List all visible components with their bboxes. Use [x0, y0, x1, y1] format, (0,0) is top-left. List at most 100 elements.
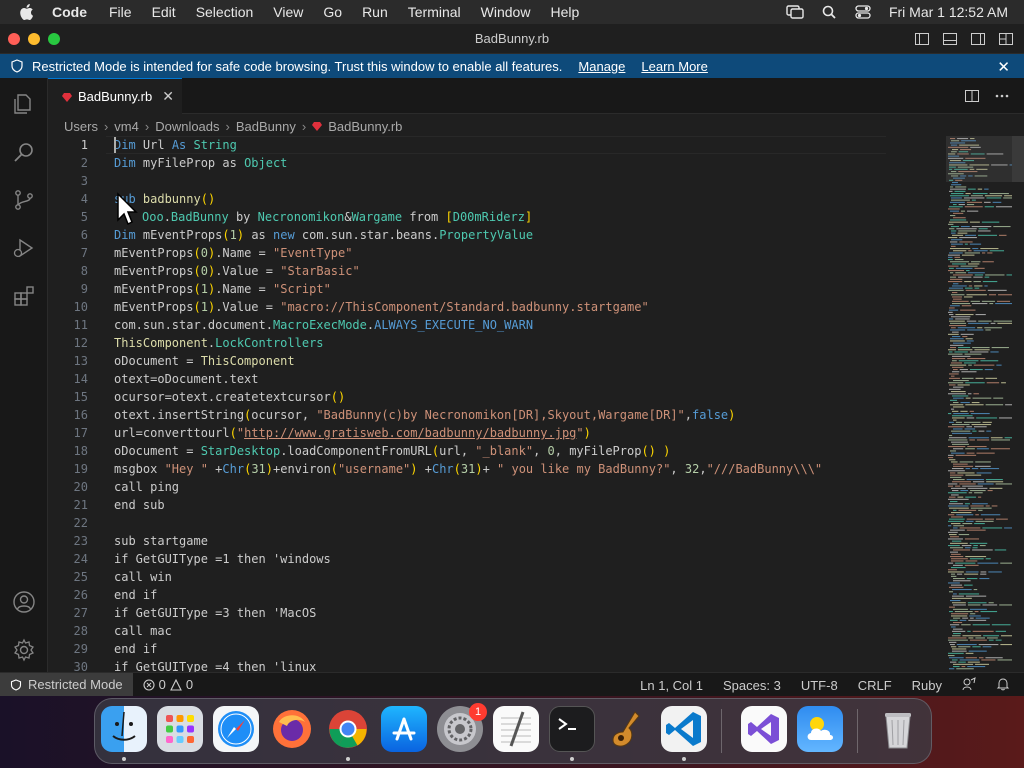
activity-bar [0, 78, 48, 672]
apple-logo-icon[interactable] [18, 3, 38, 21]
minimap-line [978, 234, 998, 236]
minimap-line [959, 619, 967, 621]
banner-manage-link[interactable]: Manage [578, 59, 625, 74]
file-encoding[interactable]: UTF-8 [801, 678, 838, 693]
weather-icon[interactable] [797, 706, 843, 752]
toggle-secondary-sidebar-icon[interactable] [970, 31, 986, 47]
app-store-icon[interactable] [381, 706, 427, 752]
minimap-line [970, 300, 980, 302]
minimap-line [969, 615, 981, 617]
textedit-icon[interactable] [493, 706, 539, 752]
extensions-icon[interactable] [12, 284, 36, 308]
menu-view[interactable]: View [273, 4, 303, 20]
minimap-line [952, 635, 961, 637]
minimap-line [967, 188, 976, 190]
menu-selection[interactable]: Selection [196, 4, 254, 20]
minimap-line [972, 193, 988, 195]
breadcrumb-badbunny-folder[interactable]: BadBunny [236, 119, 296, 134]
tab-close-icon[interactable]: ✕ [162, 88, 174, 105]
menu-file[interactable]: File [109, 4, 132, 20]
minimap-line [949, 252, 963, 254]
minimap-line [950, 278, 963, 280]
minimap-line [991, 347, 1009, 349]
notifications-bell-icon[interactable] [996, 677, 1010, 694]
minimap-line [950, 450, 957, 452]
more-actions-icon[interactable] [994, 88, 1010, 109]
cursor-position[interactable]: Ln 1, Col 1 [640, 678, 703, 693]
minimap-line [984, 201, 991, 203]
customize-layout-icon[interactable] [998, 31, 1014, 47]
minimap-line [972, 481, 985, 483]
search-icon[interactable] [12, 140, 36, 164]
language-mode[interactable]: Ruby [912, 678, 942, 693]
minimap[interactable] [900, 136, 1014, 672]
explorer-icon[interactable] [12, 92, 36, 116]
terminal-icon[interactable] [549, 706, 595, 752]
launchpad-icon[interactable] [157, 706, 203, 752]
minimap-line [953, 564, 963, 566]
control-center-icon[interactable] [853, 4, 873, 20]
end-of-line[interactable]: CRLF [858, 678, 892, 693]
menu-terminal[interactable]: Terminal [408, 4, 461, 20]
minimap-line [991, 505, 998, 507]
garageband-icon[interactable] [605, 706, 651, 752]
url-link[interactable]: http://www.gratisweb.com/badbunny/badbun… [244, 426, 576, 440]
split-editor-icon[interactable] [964, 88, 980, 109]
minimap-line [949, 507, 969, 509]
minimap-line [965, 657, 977, 659]
menu-window[interactable]: Window [481, 4, 531, 20]
toggle-primary-sidebar-icon[interactable] [914, 31, 930, 47]
vertical-scrollbar[interactable] [1012, 136, 1024, 672]
indentation[interactable]: Spaces: 3 [723, 678, 781, 693]
toggle-panel-icon[interactable] [942, 31, 958, 47]
trash-icon[interactable] [875, 706, 921, 752]
menu-go[interactable]: Go [323, 4, 342, 20]
minimap-line [987, 289, 1007, 291]
source-control-icon[interactable] [12, 188, 36, 212]
minimap-line [951, 573, 956, 575]
menubar-clock[interactable]: Fri Mar 1 12:52 AM [889, 4, 1008, 20]
minimap-line [981, 221, 1000, 223]
run-and-debug-icon[interactable] [12, 236, 36, 260]
accounts-icon[interactable] [12, 590, 36, 614]
banner-learn-more-link[interactable]: Learn More [641, 59, 707, 74]
spotlight-search-icon[interactable] [819, 4, 839, 20]
feedback-icon[interactable] [962, 676, 976, 694]
minimap-line [972, 646, 981, 648]
minimap-line [948, 223, 954, 225]
menu-help[interactable]: Help [550, 4, 579, 20]
minimap-viewport[interactable] [946, 136, 1014, 182]
breadcrumb-downloads[interactable]: Downloads [155, 119, 219, 134]
minimap-line [965, 448, 975, 450]
breadcrumb-vm4[interactable]: vm4 [114, 119, 139, 134]
menu-run[interactable]: Run [362, 4, 388, 20]
problems-indicator[interactable]: 0 0 [143, 677, 193, 692]
vscode-icon[interactable] [661, 706, 707, 752]
minimap-line [991, 624, 1011, 626]
menu-app-name[interactable]: Code [52, 4, 87, 20]
banner-close-icon[interactable]: ✕ [997, 58, 1010, 76]
minimap-line [970, 617, 974, 619]
manage-gear-icon[interactable] [12, 638, 36, 662]
minimap-line [950, 472, 956, 474]
visual-studio-icon[interactable] [741, 706, 787, 752]
finder-icon[interactable] [101, 706, 147, 752]
minimap-line [952, 296, 962, 298]
restricted-mode-indicator[interactable]: Restricted Mode [0, 672, 133, 697]
minimap-line [961, 377, 974, 379]
minimap-line [955, 186, 967, 188]
minimap-line [953, 593, 957, 595]
safari-icon[interactable] [213, 706, 259, 752]
tab-badbunny-rb[interactable]: BadBunny.rb ✕ [48, 78, 182, 114]
firefox-icon[interactable] [269, 706, 315, 752]
screen-mirroring-icon[interactable] [785, 4, 805, 20]
breadcrumb-users[interactable]: Users [64, 119, 98, 134]
minimap-line [985, 558, 991, 560]
minimap-line [977, 562, 999, 564]
breadcrumb-file[interactable]: BadBunny.rb [328, 119, 402, 134]
code-editor[interactable]: 1 Dim Url As String 2 Dim myFileProp as Ob… [48, 136, 1024, 672]
scrollbar-thumb[interactable] [1012, 136, 1024, 182]
menu-edit[interactable]: Edit [152, 4, 176, 20]
minimap-line [975, 663, 990, 665]
chrome-icon[interactable] [325, 706, 371, 752]
